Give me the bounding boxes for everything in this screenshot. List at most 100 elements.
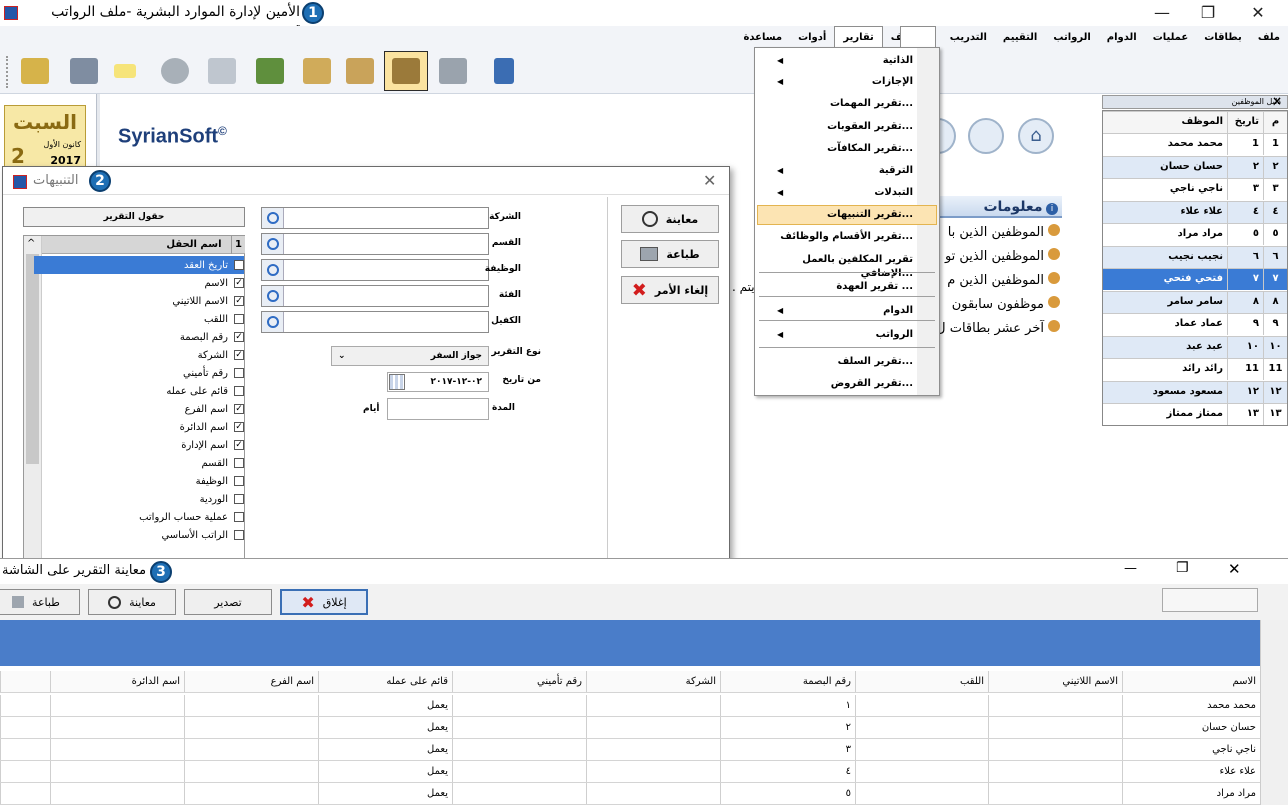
home-button[interactable]: ⌂ (1018, 118, 1054, 154)
field-list-item[interactable]: القسم (34, 454, 244, 472)
field-list-item[interactable]: ✓ الشركة (34, 346, 244, 364)
preview-preview-button[interactable]: معاينة (88, 589, 176, 615)
field-checkbox[interactable] (234, 368, 244, 378)
table-row[interactable]: ٤ ٤ علاء علاء (1103, 200, 1287, 223)
table-row[interactable]: 1 1 محمد محمد (1103, 133, 1287, 155)
field-list-item[interactable]: عملية حساب الرواتب (34, 508, 244, 526)
refresh-icon[interactable] (15, 51, 55, 91)
preview-close-report-button[interactable]: إغلاق ✖ (280, 589, 368, 615)
table-row[interactable]: ٢ ٢ حسان حسان (1103, 155, 1287, 178)
reports-menu-open-tab[interactable] (900, 26, 936, 48)
field-list-item[interactable]: ✓ اسم الإدارة (34, 436, 244, 454)
print-button[interactable]: طباعة (621, 240, 719, 268)
preview-print-button[interactable]: طباعة (0, 589, 80, 615)
field-list-item[interactable]: قائم على عمله (34, 382, 244, 400)
search-icon[interactable] (262, 208, 284, 228)
folder-settings-icon[interactable] (340, 51, 380, 91)
table-row[interactable]: ٦ ٦ نجيب نجيب (1103, 245, 1287, 268)
field-list-item[interactable]: ✓ تاريخ العقد (34, 256, 244, 274)
table-row[interactable]: مراد مراد ٥ يعمل (0, 783, 1260, 805)
field-list-item[interactable]: ✓ اسم الدائرة (34, 418, 244, 436)
search-icon[interactable] (262, 260, 284, 280)
reports-menu-item[interactable]: الترقية (763, 164, 913, 178)
field-list-item[interactable]: ✓ اسم الفرع (34, 400, 244, 418)
field-checkbox[interactable]: ✓ (234, 350, 244, 360)
reports-menu-item[interactable]: التبدلات (763, 186, 913, 200)
table-row[interactable]: ٨ ٨ سامر سامر (1103, 290, 1287, 313)
reports-menu-item[interactable]: تقرير السلف... (763, 355, 913, 369)
filter-input[interactable] (261, 311, 489, 333)
reports-menu-item[interactable]: الرواتب (763, 328, 913, 342)
field-checkbox[interactable]: ✓ (234, 332, 244, 342)
filter-input[interactable] (261, 259, 489, 281)
table-row[interactable]: ناجي ناجي ٣ يعمل (0, 739, 1260, 761)
field-checkbox[interactable]: ✓ (234, 278, 244, 288)
refresh-round-button[interactable] (968, 118, 1004, 154)
table-row[interactable]: ٩ ٩ عماد عماد (1103, 313, 1287, 335)
employee-card-icon[interactable] (64, 51, 104, 91)
menu-item-0[interactable]: ملف (1250, 27, 1288, 49)
field-checkbox[interactable]: ✓ (234, 422, 244, 432)
reports-menu-item[interactable]: تقرير القروض... (763, 377, 913, 391)
field-checkbox[interactable]: ✓ (234, 260, 244, 270)
field-list-item[interactable]: ✓ رقم البصمة (34, 328, 244, 346)
reports-menu-item[interactable]: تقرير الأقسام والوظائف... (763, 230, 913, 244)
reports-menu-item[interactable]: تقرير العقوبات... (763, 120, 913, 134)
table-row[interactable]: ١٣ ١٣ ممتاز ممتاز (1103, 403, 1287, 425)
calculator-icon[interactable] (433, 51, 473, 91)
preview-maximize-button[interactable]: ❐ (1176, 560, 1189, 576)
search-icon[interactable] (262, 286, 284, 306)
preview-search-box[interactable] (1162, 588, 1258, 612)
table-row[interactable]: ٧ ٧ فتحي فتحي (1103, 268, 1287, 290)
field-checkbox[interactable] (234, 476, 244, 486)
close-button[interactable]: ✕ (1238, 0, 1278, 26)
field-checkbox[interactable] (234, 494, 244, 504)
reports-folder-icon[interactable] (384, 51, 428, 91)
report-scrollbar[interactable] (1260, 620, 1288, 805)
menu-item-2[interactable]: عمليات (1145, 27, 1197, 49)
minimize-button[interactable]: — (1142, 0, 1182, 26)
preview-close-button[interactable]: ✕ (1228, 560, 1241, 578)
table-row[interactable]: ١٢ ١٢ مسعود مسعود (1103, 380, 1287, 403)
folder-icon[interactable] (297, 51, 337, 91)
field-list-item[interactable]: اللقب (34, 310, 244, 328)
menu-item-5[interactable]: التقييم (995, 27, 1045, 49)
table-row[interactable]: ١٠ ١٠ عبد عبد (1103, 335, 1287, 358)
money-icon[interactable] (250, 51, 290, 91)
reports-menu-item[interactable]: تقرير المكلفين بالعمل الإضافي... (763, 253, 913, 281)
menu-item-9[interactable]: أدوات (790, 27, 834, 49)
field-checkbox[interactable]: ✓ (234, 440, 244, 450)
menu-item-10[interactable]: مساعدة (735, 27, 790, 49)
table-row[interactable]: ٥ ٥ مراد مراد (1103, 223, 1287, 245)
wand-icon[interactable] (105, 51, 145, 91)
clock-icon[interactable] (155, 51, 195, 91)
export-button[interactable]: تصدير (184, 589, 272, 615)
field-list-item[interactable]: الوردية (34, 490, 244, 508)
table-row[interactable]: 11 11 رائد رائد (1103, 358, 1287, 380)
preview-button[interactable]: معاينة (621, 205, 719, 233)
field-list-item[interactable]: رقم تأميني (34, 364, 244, 382)
reports-menu-item[interactable]: الإجازات (763, 75, 913, 89)
field-checkbox[interactable]: ✓ (234, 296, 244, 306)
calendar-picker-icon[interactable] (389, 374, 405, 390)
report-type-select[interactable]: جواز السفر ⌄ (331, 346, 489, 366)
menu-item-4[interactable]: الرواتب (1045, 27, 1098, 49)
dialog-close-button[interactable]: ✕ (703, 171, 716, 190)
maximize-button[interactable]: ❐ (1188, 0, 1228, 26)
menu-item-6[interactable]: التدريب (942, 27, 995, 49)
filter-input[interactable] (261, 285, 489, 307)
calendar-clock-icon[interactable] (202, 51, 242, 91)
preview-minimize-button[interactable]: — (1124, 561, 1137, 576)
exit-door-icon[interactable] (484, 51, 524, 91)
table-row[interactable]: حسان حسان ٢ يعمل (0, 717, 1260, 739)
reports-menu-item[interactable]: الدوام (763, 304, 913, 318)
filter-input[interactable] (261, 207, 489, 229)
field-list-item[interactable]: ✓ الاسم (34, 274, 244, 292)
field-checkbox[interactable] (234, 512, 244, 522)
field-checkbox[interactable] (234, 386, 244, 396)
reports-menu-item[interactable]: الذاتية (763, 54, 913, 68)
menu-item-3[interactable]: الدوام (1099, 27, 1145, 49)
field-list-item[interactable]: ✓ الاسم اللاتيني (34, 292, 244, 310)
employee-guide-close[interactable]: × (1272, 94, 1282, 108)
field-checkbox[interactable] (234, 530, 244, 540)
